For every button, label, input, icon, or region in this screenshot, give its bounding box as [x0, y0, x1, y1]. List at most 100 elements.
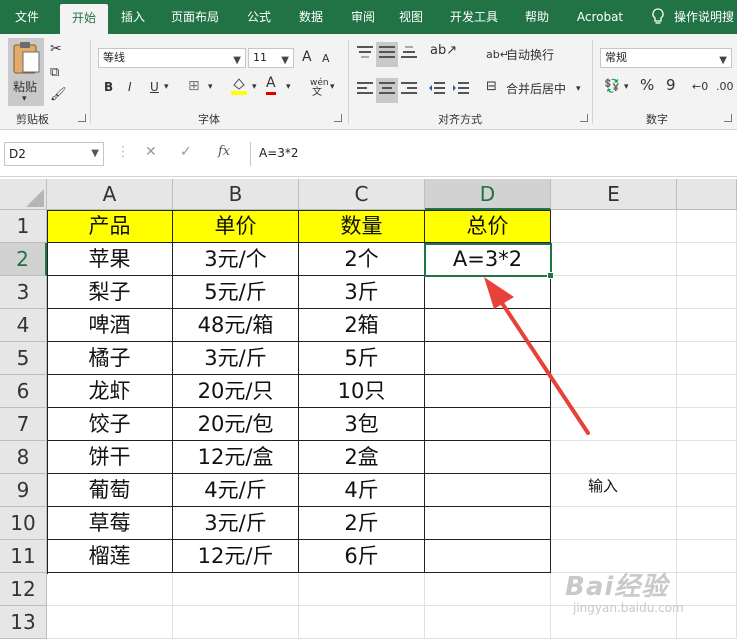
cell-d13[interactable] — [425, 606, 551, 639]
align-top-icon[interactable] — [356, 44, 374, 65]
cell-a13[interactable] — [47, 606, 173, 639]
cancel-icon[interactable]: ✕ — [145, 144, 157, 160]
cell-c12[interactable] — [299, 573, 425, 606]
cell-b10[interactable]: 3元/斤 — [173, 507, 299, 540]
tab-page-layout[interactable]: 页面布局 — [164, 0, 226, 34]
cell-a6[interactable]: 龙虾 — [47, 375, 173, 408]
cell-c2[interactable]: 2个 — [299, 243, 425, 276]
cell-f4[interactable] — [677, 309, 737, 342]
cell-f3[interactable] — [677, 276, 737, 309]
cell-a1[interactable]: 产品 — [47, 210, 173, 243]
row-header-7[interactable]: 7 — [0, 408, 47, 441]
cell-f9[interactable] — [677, 474, 737, 507]
shrink-font-button[interactable]: A — [322, 50, 330, 68]
cell-b12[interactable] — [173, 573, 299, 606]
cell-d8[interactable] — [425, 441, 551, 474]
currency-icon[interactable]: 💱 — [604, 78, 620, 96]
cell-d9[interactable] — [425, 474, 551, 507]
font-launcher[interactable] — [334, 114, 342, 122]
tab-review[interactable]: 审阅 — [342, 0, 384, 34]
tab-help[interactable]: 帮助 — [516, 0, 558, 34]
row-header-11[interactable]: 11 — [0, 540, 47, 573]
cell-f2[interactable] — [677, 243, 737, 276]
cell-a5[interactable]: 橘子 — [47, 342, 173, 375]
cell-e1[interactable] — [551, 210, 677, 243]
underline-button[interactable]: U — [150, 78, 159, 96]
fill-color-icon[interactable] — [230, 76, 248, 101]
tab-acrobat[interactable]: Acrobat — [568, 0, 632, 34]
column-header-f[interactable] — [677, 179, 737, 210]
select-all-button[interactable] — [0, 179, 47, 210]
chevron-down-icon[interactable]: ▾ — [624, 78, 629, 96]
chevron-down-icon[interactable]: ▾ — [252, 78, 257, 96]
chevron-down-icon[interactable]: ▾ — [330, 78, 335, 96]
border-icon[interactable]: ⊞ — [188, 77, 200, 95]
tab-home[interactable]: 开始 — [60, 4, 108, 34]
cell-b2[interactable]: 3元/个 — [173, 243, 299, 276]
cell-c11[interactable]: 6斤 — [299, 540, 425, 573]
decrease-decimal-icon[interactable]: .00 — [716, 78, 734, 96]
tab-view[interactable]: 视图 — [390, 0, 432, 34]
cell-c5[interactable]: 5斤 — [299, 342, 425, 375]
tab-formulas[interactable]: 公式 — [238, 0, 280, 34]
cell-d10[interactable] — [425, 507, 551, 540]
cell-f12[interactable] — [677, 573, 737, 606]
column-header-e[interactable]: E — [551, 179, 677, 210]
cell-b7[interactable]: 20元/包 — [173, 408, 299, 441]
cut-icon[interactable]: ✂ — [50, 40, 62, 58]
cell-a8[interactable]: 饼干 — [47, 441, 173, 474]
cell-b13[interactable] — [173, 606, 299, 639]
cell-e8[interactable] — [551, 441, 677, 474]
cell-f10[interactable] — [677, 507, 737, 540]
cell-b11[interactable]: 12元/斤 — [173, 540, 299, 573]
row-header-5[interactable]: 5 — [0, 342, 47, 375]
cell-b5[interactable]: 3元/斤 — [173, 342, 299, 375]
cell-c6[interactable]: 10只 — [299, 375, 425, 408]
cell-b4[interactable]: 48元/箱 — [173, 309, 299, 342]
cell-e10[interactable] — [551, 507, 677, 540]
formula-input[interactable]: A=3*2 — [250, 142, 737, 166]
row-header-6[interactable]: 6 — [0, 375, 47, 408]
increase-decimal-icon[interactable]: ←0 — [692, 78, 708, 96]
copy-icon[interactable]: ⧉ — [50, 64, 59, 82]
cell-a2[interactable]: 苹果 — [47, 243, 173, 276]
cell-b9[interactable]: 4元/斤 — [173, 474, 299, 507]
column-header-d[interactable]: D — [425, 179, 551, 210]
cell-c8[interactable]: 2盒 — [299, 441, 425, 474]
cell-f6[interactable] — [677, 375, 737, 408]
cell-f13[interactable] — [677, 606, 737, 639]
row-header-1[interactable]: 1 — [0, 210, 47, 243]
cell-f7[interactable] — [677, 408, 737, 441]
cell-f8[interactable] — [677, 441, 737, 474]
cell-f11[interactable] — [677, 540, 737, 573]
row-header-3[interactable]: 3 — [0, 276, 47, 309]
enter-icon[interactable]: ✓ — [180, 144, 192, 160]
cell-d12[interactable] — [425, 573, 551, 606]
cell-d1[interactable]: 总价 — [425, 210, 551, 243]
cell-a3[interactable]: 梨子 — [47, 276, 173, 309]
bold-button[interactable]: B — [104, 78, 113, 96]
wrap-text-button[interactable]: 自动换行 — [506, 46, 554, 64]
row-header-8[interactable]: 8 — [0, 441, 47, 474]
cell-b1[interactable]: 单价 — [173, 210, 299, 243]
cell-c10[interactable]: 2斤 — [299, 507, 425, 540]
tab-file[interactable]: 文件 — [2, 0, 52, 34]
cell-c9[interactable]: 4斤 — [299, 474, 425, 507]
cell-e2[interactable] — [551, 243, 677, 276]
font-name-combo[interactable]: 等线 ▼ — [98, 48, 246, 68]
row-header-9[interactable]: 9 — [0, 474, 47, 507]
tab-developer[interactable]: 开发工具 — [442, 0, 506, 34]
alignment-launcher[interactable] — [580, 114, 588, 122]
cell-d11[interactable] — [425, 540, 551, 573]
insert-function-button[interactable]: fx — [218, 144, 230, 159]
tab-data[interactable]: 数据 — [290, 0, 332, 34]
row-header-2[interactable]: 2 — [0, 243, 47, 276]
cell-f5[interactable] — [677, 342, 737, 375]
chevron-down-icon[interactable]: ▾ — [164, 78, 169, 96]
cell-a7[interactable]: 饺子 — [47, 408, 173, 441]
cell-c4[interactable]: 2箱 — [299, 309, 425, 342]
cell-b3[interactable]: 5元/斤 — [173, 276, 299, 309]
row-header-12[interactable]: 12 — [0, 573, 47, 606]
font-size-combo[interactable]: 11 ▼ — [248, 48, 294, 68]
name-box[interactable]: D2 ▼ — [4, 142, 104, 166]
